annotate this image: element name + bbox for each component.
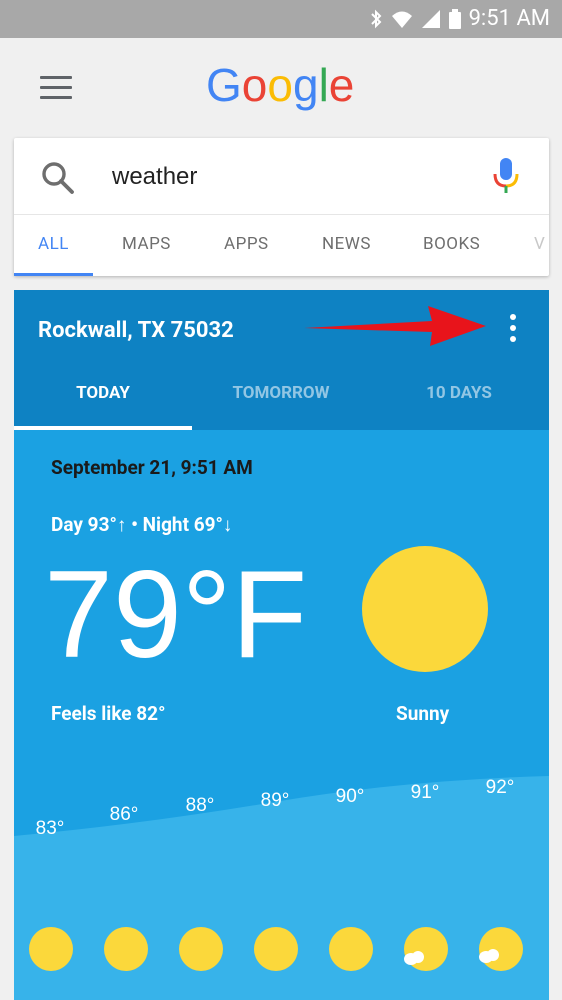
tab-tomorrow[interactable]: TOMORROW <box>192 370 370 430</box>
tab-videos[interactable]: V <box>534 215 545 276</box>
weather-card: Rockwall, TX 75032 TODAY TOMORROW 10 DAY… <box>14 290 549 1000</box>
battery-icon <box>448 9 461 29</box>
weather-condition: Sunny <box>396 702 450 725</box>
sun-icon <box>29 927 73 971</box>
status-bar: 9:51 AM <box>0 0 562 38</box>
sun-icon <box>329 927 373 971</box>
tab-news[interactable]: NEWS <box>322 215 371 276</box>
tab-apps[interactable]: APPS <box>224 215 269 276</box>
search-bar <box>14 138 549 215</box>
hourly-temp: 89° <box>260 790 290 811</box>
tab-10-days[interactable]: 10 DAYS <box>370 370 548 430</box>
partly-cloudy-icon <box>479 927 523 971</box>
hourly-temp: 88° <box>185 795 215 816</box>
sunny-icon <box>362 546 488 672</box>
hourly-temp: 90° <box>335 786 365 807</box>
search-card: ALL MAPS APPS NEWS BOOKS V <box>14 138 549 276</box>
tab-today[interactable]: TODAY <box>14 370 192 430</box>
weather-date: September 21, 9:51 AM <box>51 456 253 479</box>
tab-all[interactable]: ALL <box>14 215 93 276</box>
search-icon[interactable] <box>40 160 76 196</box>
current-temperature: 79°F <box>44 546 308 684</box>
sun-icon <box>104 927 148 971</box>
wifi-icon <box>391 11 412 28</box>
search-tabs: ALL MAPS APPS NEWS BOOKS V <box>14 215 549 276</box>
status-icons: 9:51 AM <box>369 6 550 32</box>
feels-like: Feels like 82° <box>51 702 166 725</box>
sun-icon <box>179 927 223 971</box>
hourly-temp: 86° <box>109 804 139 825</box>
hourly-temp: 91° <box>410 782 440 803</box>
more-vert-icon[interactable] <box>502 310 526 346</box>
status-time: 9:51 AM <box>468 6 550 31</box>
mic-icon[interactable] <box>492 158 520 194</box>
hourly-temp: 83° <box>35 818 65 839</box>
sun-icon <box>254 927 298 971</box>
location-title: Rockwall, TX 75032 <box>38 318 234 343</box>
tab-maps[interactable]: MAPS <box>122 215 171 276</box>
search-input[interactable] <box>112 158 472 196</box>
hourly-temp: 92° <box>485 777 515 798</box>
red-arrow-icon <box>304 306 486 346</box>
google-logo: Google <box>206 59 355 111</box>
tab-books[interactable]: BOOKS <box>423 215 480 276</box>
signal-icon <box>421 10 440 28</box>
bluetooth-icon <box>370 9 381 29</box>
day-night-temps: Day 93°↑ • Night 69°↓ <box>51 513 233 536</box>
partly-cloudy-icon <box>404 927 448 971</box>
hamburger-menu-icon[interactable] <box>40 76 72 100</box>
weather-header: Rockwall, TX 75032 TODAY TOMORROW 10 DAY… <box>14 290 549 430</box>
app-header: Google <box>0 38 562 136</box>
